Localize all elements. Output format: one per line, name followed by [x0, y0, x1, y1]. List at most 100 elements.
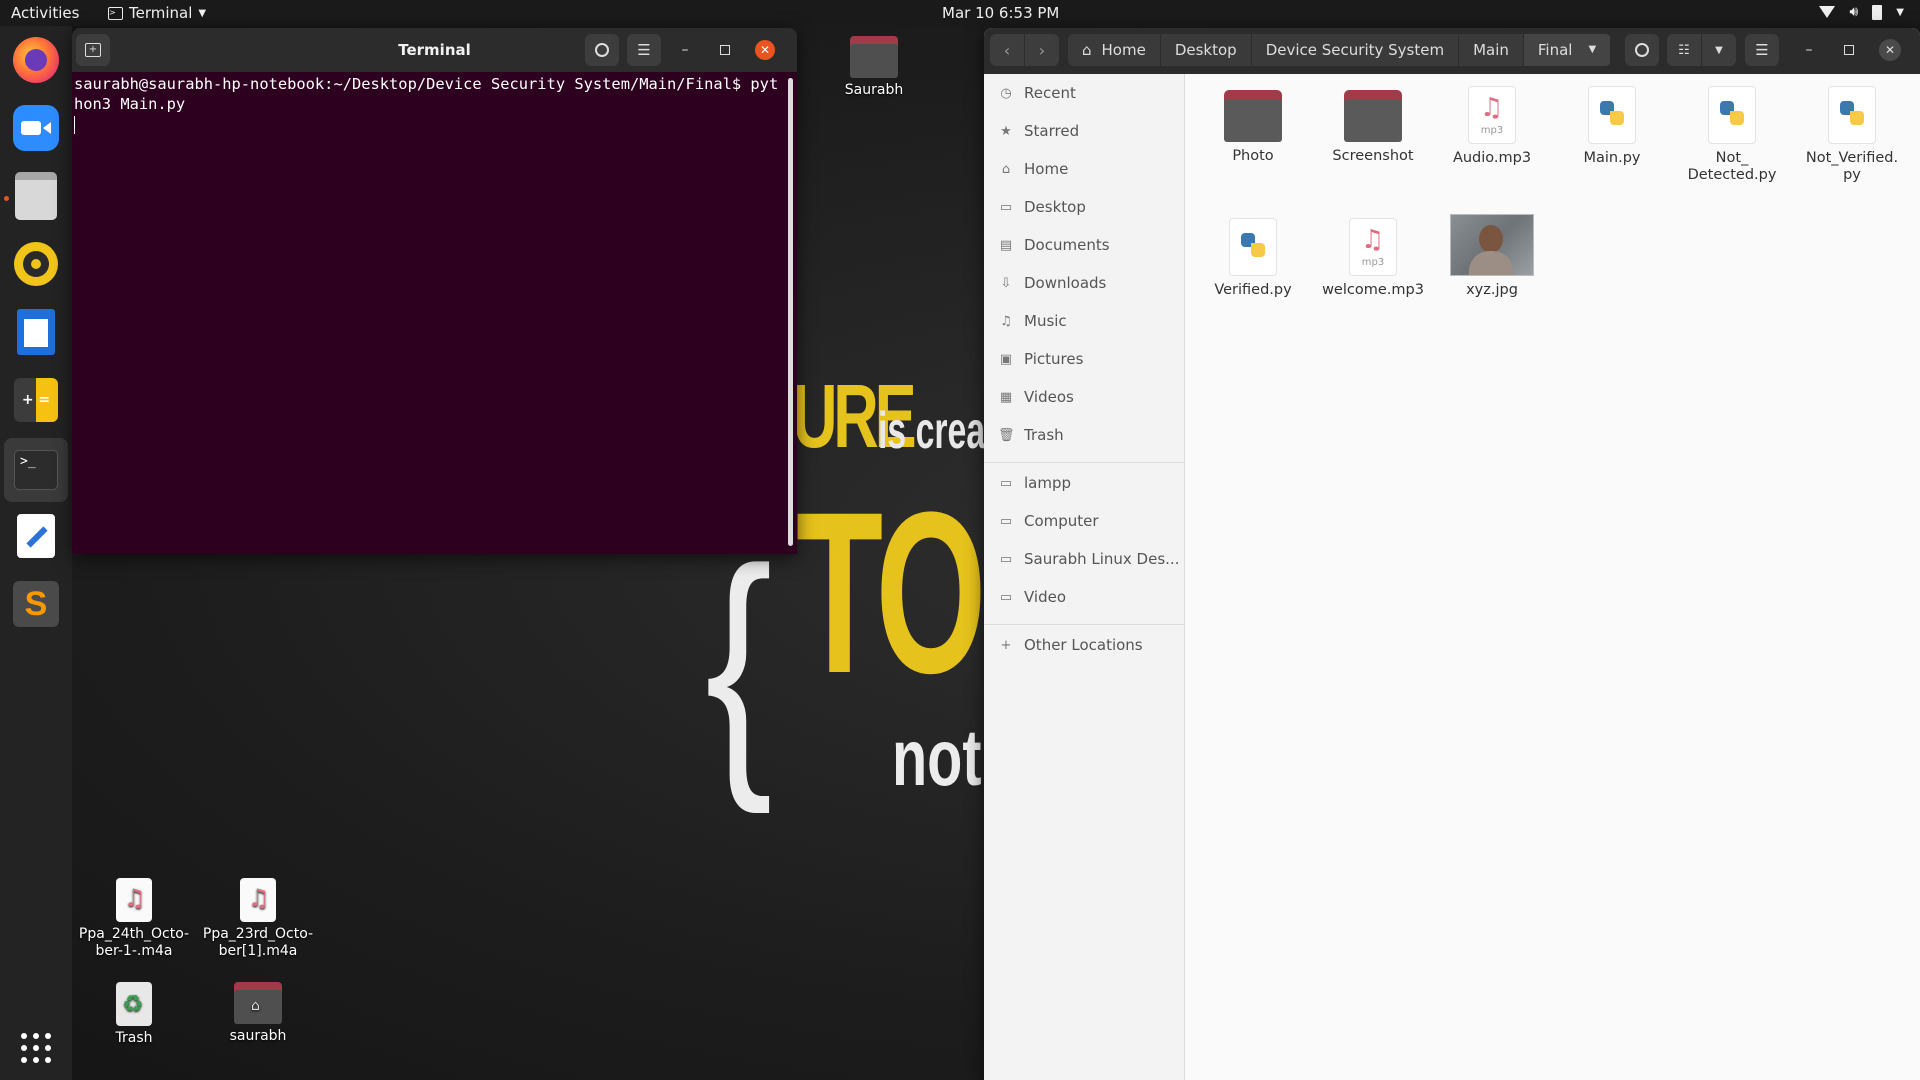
- files-window[interactable]: ‹ › ⌂ Home Desktop Device Security System…: [984, 28, 1920, 1080]
- sidebar-item-lampp[interactable]: ▭ lampp: [984, 468, 1184, 498]
- files-search-button[interactable]: [1625, 34, 1659, 66]
- breadcrumb-home[interactable]: ⌂ Home: [1068, 34, 1161, 66]
- sidebar-item-pictures[interactable]: ▣ Pictures: [984, 344, 1184, 374]
- sidebar-item-music[interactable]: ♫ Music: [984, 306, 1184, 336]
- sidebar-item-downloads[interactable]: ⇩ Downloads: [984, 268, 1184, 298]
- file-item-xyz-jpg[interactable]: xyz.jpg: [1436, 214, 1548, 299]
- desktop-icon-label: Ppa_23rd_Octo- ber[1].m4a: [202, 926, 314, 959]
- activities-button[interactable]: Activities: [11, 4, 79, 22]
- sidebar-divider: [984, 624, 1184, 625]
- file-item-verified-py[interactable]: Verified.py: [1197, 218, 1309, 299]
- sidebar-item-trash[interactable]: 🗑︎ Trash: [984, 420, 1184, 450]
- rhythmbox-icon: [14, 242, 58, 286]
- sidebar-item-computer[interactable]: ▭ Computer: [984, 506, 1184, 536]
- sidebar-item-other-locations[interactable]: + Other Locations: [984, 630, 1184, 660]
- sidebar-item-label: Recent: [1024, 84, 1076, 102]
- audio-file-icon: ♫: [240, 878, 276, 922]
- breadcrumb-final[interactable]: Final ▼: [1523, 34, 1612, 66]
- desktop-home-saurabh[interactable]: ⌂ saurabh: [198, 982, 318, 1045]
- sidebar-item-saurabh-linux-des[interactable]: ▭ Saurabh Linux Des...: [984, 544, 1184, 574]
- breadcrumb-device-security-system[interactable]: Device Security System: [1252, 34, 1460, 66]
- desktop-file-ppa-23rd[interactable]: ♫ Ppa_23rd_Octo- ber[1].m4a: [198, 878, 318, 960]
- clock[interactable]: Mar 10 6:53 PM: [942, 4, 1059, 22]
- maximize-button[interactable]: [1840, 41, 1858, 59]
- view-toggle-button[interactable]: ☷: [1667, 34, 1701, 66]
- forward-button[interactable]: ›: [1025, 34, 1059, 66]
- file-item-not-detected-py[interactable]: Not_ Detected.py: [1676, 86, 1788, 184]
- files-header-bar[interactable]: ‹ › ⌂ Home Desktop Device Security System…: [984, 28, 1920, 74]
- folder-icon: ▭: [999, 475, 1013, 491]
- system-tray[interactable]: 🔊︎ ▼: [1819, 4, 1904, 20]
- dock-terminal[interactable]: >_: [4, 438, 68, 502]
- maximize-button[interactable]: [716, 41, 734, 59]
- desktop-file-ppa-24th[interactable]: ♫ Ppa_24th_Octo- ber-1-.m4a: [74, 878, 194, 960]
- terminal-cursor: [74, 115, 75, 134]
- sidebar-divider: [984, 462, 1184, 463]
- folder-icon: [1224, 90, 1282, 142]
- file-item-label: Not_ Detected.py: [1687, 150, 1777, 183]
- audio-file-icon: ♫: [116, 878, 152, 922]
- volume-icon: 🔊︎: [1849, 4, 1859, 20]
- app-menu[interactable]: > Terminal ▼: [108, 4, 206, 22]
- terminal-icon: >_: [14, 450, 58, 490]
- file-item-welcome-mp3[interactable]: ♫ mp3 welcome.mp3: [1317, 218, 1429, 299]
- show-applications-button[interactable]: [10, 1022, 62, 1074]
- chevron-down-icon: ▼: [1715, 44, 1723, 56]
- dock-calculator[interactable]: + =: [10, 374, 62, 426]
- breadcrumb-label: Device Security System: [1265, 41, 1445, 59]
- sidebar-item-home[interactable]: ⌂ Home: [984, 154, 1184, 184]
- dock-sublime[interactable]: S: [10, 578, 62, 630]
- terminal-scrollbar[interactable]: [788, 78, 793, 546]
- desktop-folder-saurabh[interactable]: Saurabh: [814, 36, 934, 99]
- chevron-right-icon: ›: [1038, 40, 1046, 60]
- files-sidebar: ◷ Recent ★ Starred ⌂ Home ▭ Desktop ▤ Documen…: [984, 74, 1185, 1080]
- terminal-menu-button[interactable]: ☰: [627, 34, 661, 66]
- dock-text-editor[interactable]: [10, 510, 62, 562]
- file-item-photo[interactable]: Photo: [1197, 90, 1309, 165]
- dock-files[interactable]: [10, 170, 62, 222]
- sidebar-item-label: Documents: [1024, 236, 1110, 254]
- dock-rhythmbox[interactable]: [10, 238, 62, 290]
- breadcrumb-label: Main: [1473, 41, 1509, 59]
- top-bar: Activities > Terminal ▼ Mar 10 6:53 PM 🔊…: [0, 0, 1920, 26]
- terminal-output[interactable]: saurabh@saurabh-hp-notebook:~/Desktop/De…: [74, 74, 784, 552]
- minimize-button[interactable]: –: [676, 41, 694, 59]
- dock-firefox[interactable]: [10, 34, 62, 86]
- download-icon: ⇩: [1000, 275, 1012, 291]
- dock-writer[interactable]: [10, 306, 62, 358]
- terminal-small-icon: >: [108, 6, 123, 20]
- sidebar-item-recent[interactable]: ◷ Recent: [984, 78, 1184, 108]
- dock: + = >_ S: [0, 26, 72, 1080]
- sidebar-item-starred[interactable]: ★ Starred: [984, 116, 1184, 146]
- sidebar-item-videos[interactable]: ▦ Videos: [984, 382, 1184, 412]
- sidebar-item-label: lampp: [1024, 474, 1072, 492]
- breadcrumb-desktop[interactable]: Desktop: [1161, 34, 1252, 66]
- python-file-icon: [1588, 86, 1636, 144]
- sidebar-item-video[interactable]: ▭ Video: [984, 582, 1184, 612]
- sidebar-item-documents[interactable]: ▤ Documents: [984, 230, 1184, 260]
- files-menu-button[interactable]: ☰: [1745, 34, 1779, 66]
- breadcrumb-main[interactable]: Main: [1459, 34, 1524, 66]
- file-item-main-py[interactable]: Main.py: [1556, 86, 1668, 167]
- terminal-prompt-line: saurabh@saurabh-hp-notebook:~/Desktop/De…: [74, 75, 779, 113]
- terminal-search-button[interactable]: [585, 34, 619, 66]
- sublime-icon: S: [13, 581, 59, 627]
- view-options-button[interactable]: ▼: [1702, 34, 1736, 66]
- sidebar-item-desktop[interactable]: ▭ Desktop: [984, 192, 1184, 222]
- minimize-icon: –: [681, 42, 689, 58]
- terminal-window[interactable]: + Terminal ☰ – ✕ saurabh@saurabh-hp-note…: [72, 28, 797, 554]
- file-item-audio-mp3[interactable]: ♫ mp3 Audio.mp3: [1436, 86, 1548, 167]
- minimize-button[interactable]: –: [1800, 41, 1818, 59]
- sidebar-item-label: Home: [1024, 160, 1069, 178]
- file-item-not-verified-py[interactable]: Not_Verified. py: [1796, 86, 1908, 184]
- home-icon: ⌂: [1001, 161, 1011, 177]
- back-button[interactable]: ‹: [990, 34, 1024, 66]
- text-editor-icon: [17, 514, 55, 558]
- file-item-label: Not_Verified. py: [1805, 150, 1899, 183]
- dock-zoom[interactable]: [10, 102, 62, 154]
- file-item-screenshot[interactable]: Screenshot: [1317, 90, 1429, 165]
- close-button[interactable]: ✕: [1879, 39, 1901, 61]
- terminal-header-bar[interactable]: + Terminal ☰ – ✕: [72, 28, 797, 72]
- desktop-trash[interactable]: ♻ Trash: [74, 982, 194, 1047]
- close-button[interactable]: ✕: [755, 40, 775, 60]
